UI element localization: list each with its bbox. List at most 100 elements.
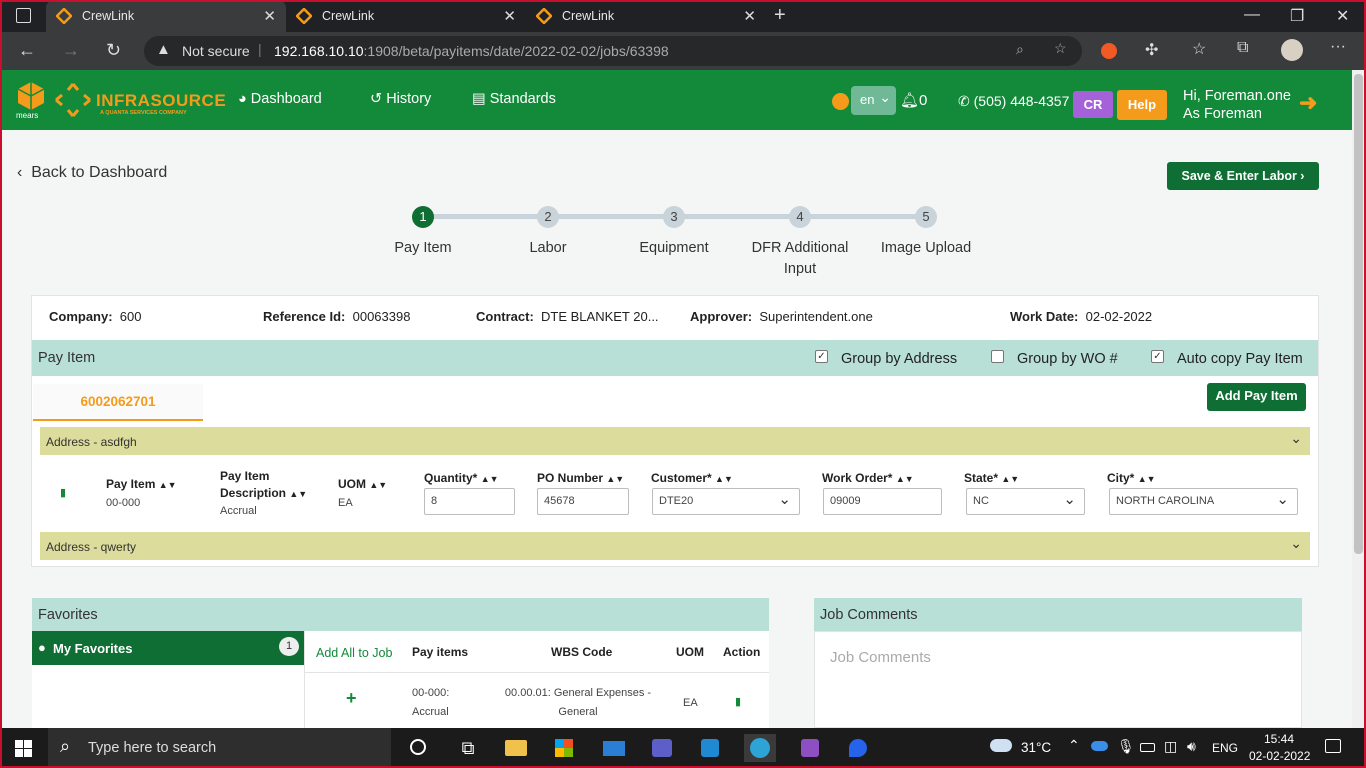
address-group-header[interactable]: Address - asdfgh ⌄ [40, 427, 1310, 455]
settings-menu-icon[interactable]: ··· [1330, 38, 1346, 56]
step-5-indicator[interactable]: 5 [915, 206, 937, 228]
step-2-label[interactable]: Labor [478, 238, 618, 259]
extensions-puzzle-icon[interactable]: ✣ [1145, 40, 1158, 60]
work-order-input[interactable]: 09009 [823, 488, 942, 515]
col-customer[interactable]: Customer* ▲▼ [651, 471, 733, 485]
favorites-icon[interactable]: ☆ [1192, 39, 1206, 59]
help-button[interactable]: Help [1117, 90, 1167, 120]
profile-avatar[interactable] [1281, 39, 1303, 61]
network-icon[interactable]: ◫ [1164, 738, 1177, 755]
clock-time[interactable]: 15:44 [1264, 732, 1294, 746]
new-tab-icon[interactable]: + [774, 4, 786, 27]
po-number-input[interactable]: 45678 [537, 488, 629, 515]
support-phone[interactable]: ✆ (505) 448-4357 [958, 93, 1069, 110]
visual-studio-icon[interactable] [794, 734, 826, 762]
file-explorer-icon[interactable] [500, 734, 532, 762]
tab-actions-icon[interactable] [16, 8, 31, 23]
add-pay-item-button[interactable]: Add Pay Item [1207, 383, 1306, 411]
col-po-number[interactable]: PO Number ▲▼ [537, 471, 624, 485]
col-state[interactable]: State* ▲▼ [964, 471, 1019, 485]
city-select[interactable]: NORTH CAROLINA [1109, 488, 1298, 515]
my-favorites-tab[interactable]: ● My Favorites 1 [32, 631, 304, 665]
minimize-icon[interactable]: — [1244, 6, 1260, 24]
state-select[interactable]: NC [966, 488, 1085, 515]
step-4-indicator[interactable]: 4 [789, 206, 811, 228]
col-uom[interactable]: UOM ▲▼ [338, 477, 387, 491]
save-enter-labor-button[interactable]: Save & Enter Labor › [1167, 162, 1319, 190]
onedrive-icon[interactable] [1091, 741, 1108, 751]
add-favorite-plus-icon[interactable]: + [346, 688, 357, 709]
mail-icon[interactable] [598, 734, 630, 762]
customer-select[interactable]: DTE20 [652, 488, 800, 515]
weather-icon[interactable] [990, 739, 1012, 752]
close-tab-icon[interactable]: ✕ [263, 7, 276, 25]
group-by-address-label[interactable]: Group by Address [841, 351, 957, 367]
quantity-input[interactable]: 8 [424, 488, 515, 515]
col-pay-item[interactable]: Pay Item ▲▼ [106, 477, 177, 491]
notifications[interactable]: 🔔︎0 [900, 91, 927, 109]
weather-temp[interactable]: 31°C [1021, 740, 1051, 755]
group-by-wo-label[interactable]: Group by WO # [1017, 351, 1118, 367]
battery-icon[interactable] [1140, 743, 1155, 752]
col-city[interactable]: City* ▲▼ [1107, 471, 1156, 485]
work-order-tab[interactable]: 6002062701 [33, 384, 203, 421]
back-arrow-icon[interactable]: ← [18, 40, 36, 61]
store-icon[interactable] [548, 734, 580, 762]
volume-icon[interactable]: 🔊︎ [1187, 738, 1196, 755]
restore-icon[interactable]: ❐ [1290, 6, 1304, 26]
favorite-star-icon[interactable]: ☆ [1054, 40, 1067, 57]
teams-icon[interactable] [646, 734, 678, 762]
maps-icon[interactable] [842, 734, 874, 762]
collections-icon[interactable]: ⧉ [1237, 39, 1248, 57]
nav-history[interactable]: ↺ History [370, 91, 431, 107]
cr-button[interactable]: CR [1073, 91, 1113, 118]
scrollbar-thumb[interactable] [1354, 74, 1363, 554]
taskbar-search[interactable]: ⌕ Type here to search [48, 728, 391, 768]
edge-icon[interactable] [744, 734, 776, 762]
step-1-indicator[interactable]: 1 [412, 206, 434, 228]
close-tab-icon[interactable]: ✕ [503, 7, 516, 25]
col-quantity[interactable]: Quantity* ▲▼ [424, 471, 499, 485]
microphone-icon[interactable]: 🎙︎ [1117, 738, 1135, 755]
tray-chevron-up-icon[interactable]: ⌃ [1068, 737, 1080, 754]
address-bar[interactable]: ▲ Not secure | 192.168.10.10:1908/beta/p… [144, 36, 1082, 66]
task-view-icon[interactable]: ⧉ [452, 734, 484, 762]
browser-tab[interactable]: CrewLink ✕ [286, 0, 526, 32]
step-3-label[interactable]: Equipment [604, 238, 744, 259]
language-select[interactable]: en ⌄ [851, 86, 896, 115]
input-language[interactable]: ENG [1212, 741, 1238, 755]
close-window-icon[interactable]: ✕ [1336, 6, 1349, 26]
back-to-dashboard-link[interactable]: ‹ Back to Dashboard [17, 164, 167, 182]
page-scrollbar[interactable] [1352, 70, 1366, 728]
nav-standards[interactable]: ▤ Standards [472, 91, 556, 107]
vscode-icon[interactable] [694, 734, 726, 762]
close-tab-icon[interactable]: ✕ [743, 7, 756, 25]
clock-date[interactable]: 02-02-2022 [1249, 749, 1310, 763]
notification-center-icon[interactable] [1325, 739, 1341, 753]
step-3-indicator[interactable]: 3 [663, 206, 685, 228]
zoom-icon[interactable]: ⌕ [1016, 41, 1024, 58]
add-all-to-job-link[interactable]: Add All to Job [316, 646, 392, 660]
logout-icon[interactable]: ➜ [1299, 90, 1317, 116]
refresh-icon[interactable]: ↻ [106, 40, 121, 61]
address-group-header[interactable]: Address - qwerty ⌄ [40, 532, 1310, 560]
step-5-label[interactable]: Image Upload [856, 238, 996, 259]
step-1-label[interactable]: Pay Item [353, 238, 493, 259]
browser-tab[interactable]: CrewLink ✕ [46, 0, 286, 32]
job-comments-textarea[interactable]: Job Comments [814, 631, 1302, 728]
auto-copy-checkbox[interactable]: ✓ [1151, 350, 1164, 363]
logo[interactable]: mears INFRASOURCE A QUANTA SERVICES COMP… [14, 78, 226, 124]
windows-start-icon[interactable] [15, 740, 33, 757]
nav-dashboard[interactable]: ◕ Dashboard [238, 91, 322, 107]
extension-icon[interactable] [1101, 43, 1117, 59]
browser-tab[interactable]: CrewLink ✕ [526, 0, 766, 32]
delete-favorite-icon[interactable]: ▮ [735, 695, 741, 708]
delete-row-icon[interactable]: ▮ [60, 486, 66, 499]
auto-copy-label[interactable]: Auto copy Pay Item [1177, 351, 1303, 367]
cortana-icon[interactable] [402, 734, 434, 762]
col-work-order[interactable]: Work Order* ▲▼ [822, 471, 914, 485]
col-description[interactable]: Description ▲▼ [220, 486, 307, 500]
forward-arrow-icon[interactable]: → [62, 40, 80, 61]
step-4-label[interactable]: DFR Additional Input [740, 238, 860, 280]
group-by-wo-checkbox[interactable] [991, 350, 1004, 363]
